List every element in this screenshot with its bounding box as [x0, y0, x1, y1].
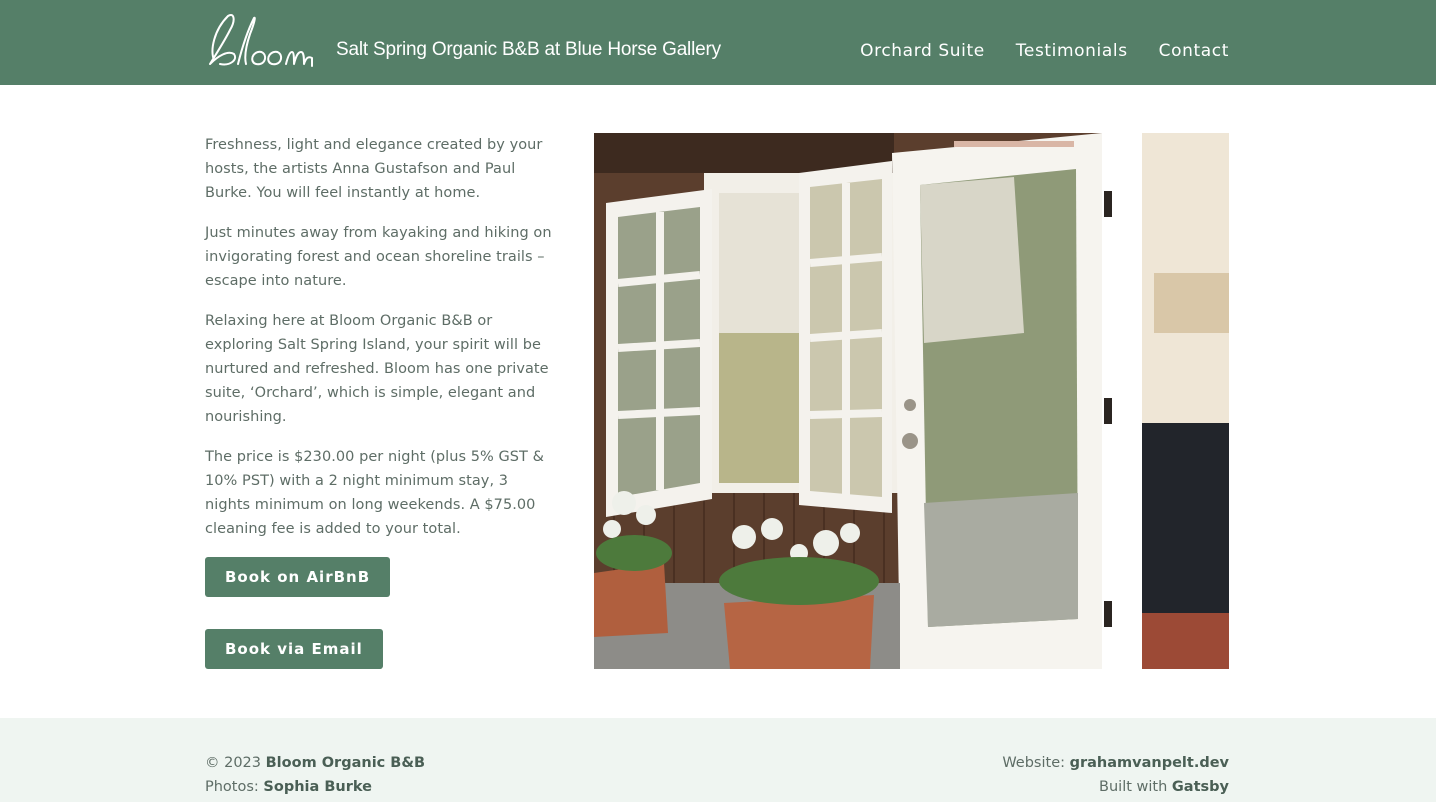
copyright-line: © 2023 Bloom Organic B&B: [205, 751, 425, 775]
intro-paragraph: Relaxing here at Bloom Organic B&B or ex…: [205, 313, 549, 425]
website-credit-line: Website: grahamvanpelt.dev: [1002, 751, 1229, 775]
website-prefix: Website:: [1002, 755, 1070, 771]
site-footer: © 2023 Bloom Organic B&B Photos: Sophia …: [0, 718, 1436, 802]
intro-paragraph: Just minutes away from kayaking and hiki…: [205, 225, 552, 289]
main-content: Freshness, light and elegance created by…: [0, 85, 1436, 718]
site-tagline: Salt Spring Organic B&B at Blue Horse Ga…: [336, 39, 721, 60]
photos-prefix: Photos:: [205, 779, 264, 795]
intro-paragraph: Freshness, light and elegance created by…: [205, 137, 543, 201]
suite-photo: [594, 133, 1229, 669]
nav-orchard-suite[interactable]: Orchard Suite: [860, 41, 985, 61]
copyright-prefix: © 2023: [205, 755, 266, 771]
book-airbnb-button[interactable]: Book on AirBnB: [205, 557, 391, 597]
nav-testimonials[interactable]: Testimonials: [1016, 41, 1128, 61]
gatsby-link[interactable]: Gatsby: [1172, 779, 1229, 795]
intro-text: Freshness, light and elegance created by…: [205, 133, 553, 557]
logo-text: bloom: [204, 10, 207, 11]
built-prefix: Built with: [1099, 779, 1172, 795]
built-with-line: Built with Gatsby: [1002, 775, 1229, 799]
footer-left: © 2023 Bloom Organic B&B Photos: Sophia …: [205, 751, 425, 799]
copyright-link[interactable]: Bloom Organic B&B: [266, 755, 425, 771]
photographer-link[interactable]: Sophia Burke: [263, 779, 372, 795]
bloom-logo[interactable]: bloom: [204, 10, 320, 70]
photos-credit-line: Photos: Sophia Burke: [205, 775, 425, 799]
website-link[interactable]: grahamvanpelt.dev: [1070, 755, 1229, 771]
main-nav: Orchard Suite Testimonials Contact: [860, 41, 1229, 61]
book-email-button[interactable]: Book via Email: [205, 629, 383, 669]
price-paragraph: The price is $230.00 per night (plus 5% …: [205, 449, 544, 537]
nav-contact[interactable]: Contact: [1159, 41, 1229, 61]
footer-right: Website: grahamvanpelt.dev Built with Ga…: [1002, 751, 1229, 799]
suite-photo-illustration: [594, 133, 1229, 669]
site-header: bloom Salt Spring Organic B&B at Blue Ho…: [0, 0, 1436, 85]
